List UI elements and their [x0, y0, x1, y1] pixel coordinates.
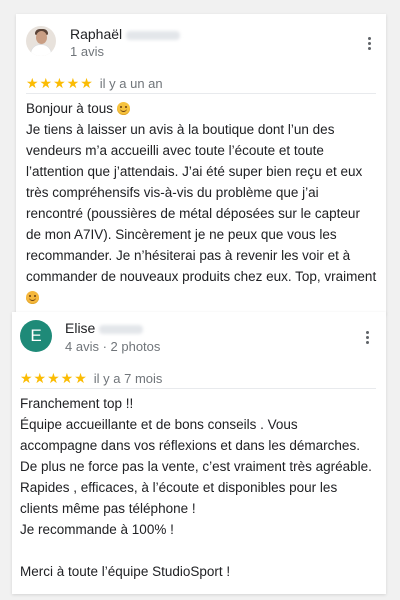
review-time: il y a 7 mois [93, 371, 163, 386]
avatar-shirt [30, 44, 52, 56]
reviewer-name[interactable]: Elise [65, 320, 95, 336]
review-line: Bonjour à tous [26, 98, 378, 119]
divider [20, 388, 376, 389]
more-options-button[interactable] [360, 328, 374, 348]
avatar[interactable]: E [20, 320, 52, 352]
more-vert-icon [366, 331, 369, 334]
blurred-surname [99, 324, 144, 334]
review-line: Franchement top !! [20, 396, 134, 411]
reviewer-name[interactable]: Raphaël [70, 26, 122, 42]
smiling-face-icon [116, 102, 130, 115]
review-line [20, 540, 376, 561]
avatar[interactable] [26, 26, 56, 56]
rating-row: ★★★★★ il y a un an [26, 75, 163, 92]
rating-row: ★★★★★ il y a 7 mois [20, 370, 162, 387]
star-rating: ★★★★★ [26, 75, 94, 91]
blurred-surname [126, 30, 181, 40]
review-card: E Elise 4 avis · 2 photos ★★★★★ il y a 7… [12, 312, 386, 594]
winking-face-icon [26, 291, 39, 304]
more-options-button[interactable] [362, 34, 376, 54]
reviewer-meta: 1 avis [70, 44, 104, 59]
divider [26, 93, 376, 94]
review-line: Je recommande à 100% ! [20, 522, 174, 537]
reviewer-name-row[interactable]: Elise [65, 320, 144, 336]
star-rating: ★★★★★ [20, 370, 88, 386]
review-time: il y a un an [99, 76, 163, 91]
review-line: Je tiens à laisser un avis à la boutique… [26, 119, 378, 308]
avatar-head [36, 31, 47, 44]
review-line: Merci à toute l’équipe StudioSport ! [20, 564, 231, 579]
review-text: Franchement top !! Équipe accueillante e… [20, 393, 376, 582]
more-vert-icon [368, 37, 371, 40]
reviewer-meta: 4 avis · 2 photos [65, 339, 161, 354]
review-line: Équipe accueillante et de bons conseils … [20, 417, 372, 516]
review-card: Raphaël 1 avis ★★★★★ il y a un an Bonjou… [16, 14, 386, 314]
review-text: Bonjour à tous Je tiens à laisser un avi… [26, 98, 378, 308]
reviewer-name-row[interactable]: Raphaël [70, 26, 181, 42]
